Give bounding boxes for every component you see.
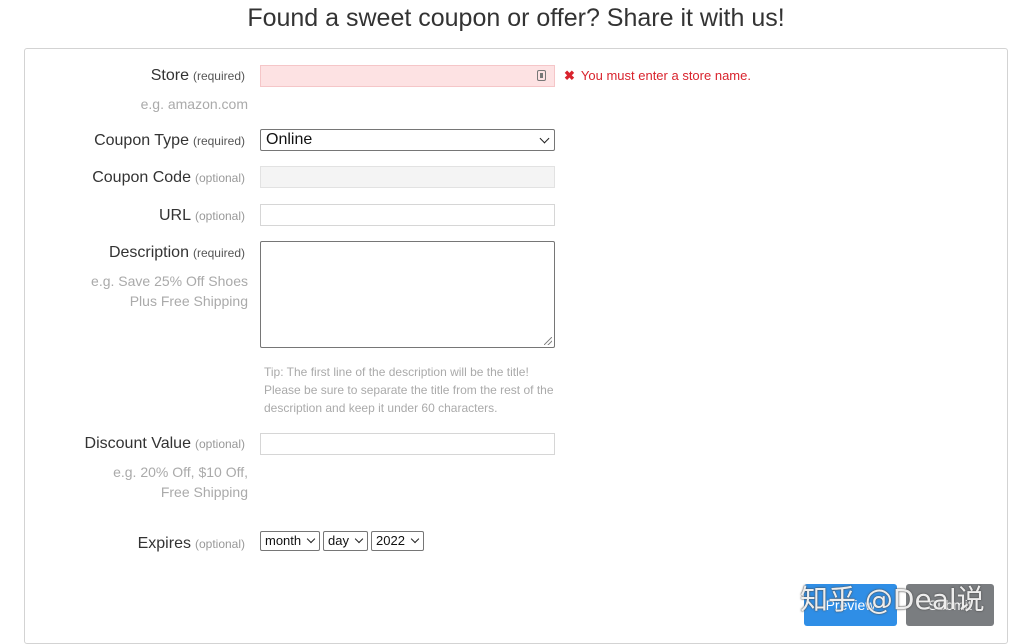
expires-year-select[interactable]: 2022 (371, 531, 424, 551)
expires-label: Expires (optional) (137, 535, 245, 552)
coupon-type-label: Coupon Type (required) (94, 132, 245, 149)
url-label: URL (optional) (158, 207, 245, 224)
description-label: Description (required) (108, 244, 245, 261)
expires-day-select[interactable]: day (323, 531, 368, 551)
discount-value-input[interactable] (260, 433, 555, 455)
chevron-down-icon (410, 534, 420, 544)
coupon-code-input[interactable] (260, 166, 555, 188)
discount-value-label: Discount Value (optional) (84, 435, 245, 452)
coupon-type-select[interactable]: Online (260, 129, 555, 151)
url-input[interactable] (260, 204, 555, 226)
page-title: Found a sweet coupon or offer? Share it … (247, 4, 785, 32)
expires-month-select[interactable]: month (260, 531, 320, 551)
store-hint: e.g. amazon.com (140, 96, 248, 112)
chevron-down-icon (354, 534, 364, 544)
chevron-down-icon (539, 133, 550, 144)
autofill-icon[interactable] (537, 70, 546, 81)
discount-value-hint: e.g. 20% Off, $10 Off, Free Shipping (113, 464, 248, 500)
store-input[interactable] (260, 65, 555, 87)
store-required-tag: (required) (192, 69, 245, 83)
description-tip: Tip: The first line of the description w… (264, 365, 554, 415)
resize-handle-icon[interactable] (544, 337, 552, 345)
chevron-down-icon (306, 534, 316, 544)
description-hint: e.g. Save 25% Off Shoes Plus Free Shippi… (91, 273, 248, 309)
store-label: Store (required) (150, 67, 245, 84)
watermark: 知乎 @Deal说 (800, 583, 985, 616)
coupon-code-label: Coupon Code (optional) (92, 169, 245, 186)
error-x-icon: ✖ (564, 68, 575, 83)
description-textarea[interactable] (260, 241, 555, 348)
store-error-message: ✖ You must enter a store name. (564, 68, 751, 83)
